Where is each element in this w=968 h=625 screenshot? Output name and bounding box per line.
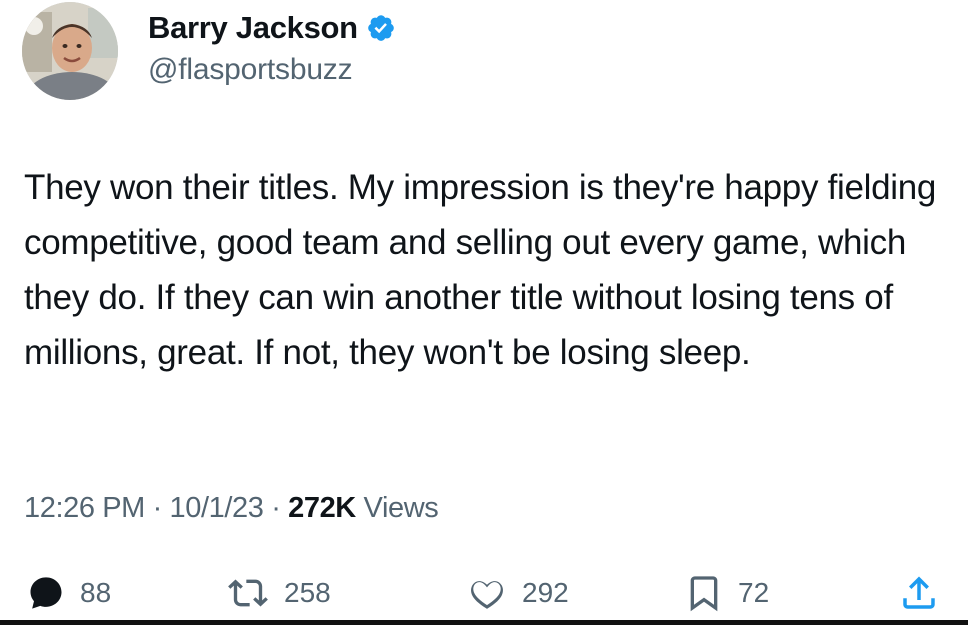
retweet-icon [228, 579, 268, 607]
share-button[interactable] [898, 566, 940, 620]
tweet-card: Barry Jackson @flasportsbuzz They won th… [0, 0, 968, 625]
meta-separator: · [271, 492, 281, 524]
author-header: Barry Jackson [148, 6, 396, 50]
like-button[interactable]: 292 [466, 566, 569, 620]
views-label: Views [363, 492, 439, 524]
reply-button[interactable]: 88 [26, 566, 111, 620]
author-handle[interactable]: @flasportsbuzz [148, 53, 353, 87]
tweet-date[interactable]: 10/1/23 [170, 492, 264, 524]
bottom-divider [0, 620, 968, 625]
meta-separator: · [152, 492, 163, 524]
tweet-time[interactable]: 12:26 PM [24, 492, 145, 524]
avatar[interactable] [22, 2, 118, 100]
tweet-text: They won their titles. My impression is … [24, 168, 937, 372]
tweet-meta: 12:26 PM · 10/1/23 · 272K Views [24, 492, 439, 525]
like-count: 292 [522, 577, 569, 608]
share-icon [903, 576, 935, 609]
avatar-image [22, 2, 118, 100]
bookmark-button[interactable]: 72 [684, 566, 769, 620]
retweet-button[interactable]: 258 [226, 566, 331, 620]
bookmark-icon [690, 576, 718, 612]
verified-badge-icon [366, 13, 396, 43]
bookmark-count: 72 [738, 577, 770, 608]
reply-count: 88 [80, 577, 112, 608]
heart-icon [471, 581, 503, 609]
reply-icon [30, 577, 62, 609]
views-count: 272K [288, 492, 356, 524]
action-bar: 88 258 292 72 [0, 566, 968, 620]
retweet-count: 258 [284, 577, 331, 608]
author-name[interactable]: Barry Jackson [148, 10, 358, 46]
